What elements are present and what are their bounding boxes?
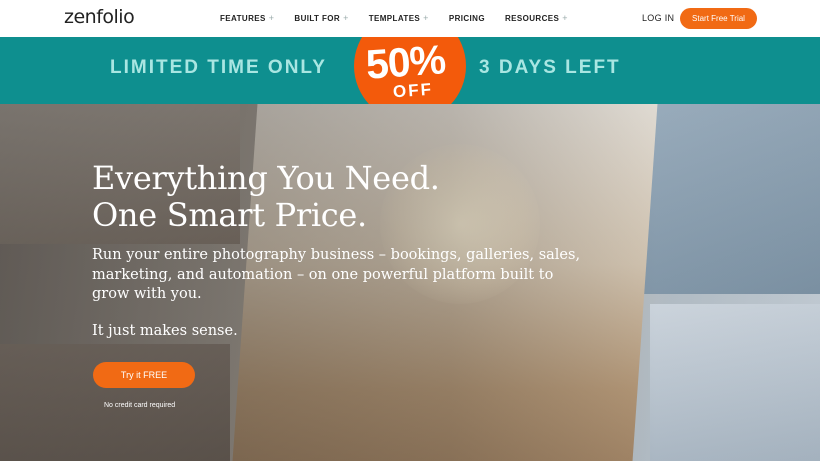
hero-headline-line: Everything You Need. [92,159,440,197]
hero-headline: Everything You Need. One Smart Price. [92,160,440,234]
promo-limited-time-text: LIMITED TIME ONLY [110,57,327,78]
hero-subtext: Run your entire photography business – b… [92,247,581,302]
hero-section: Everything You Need. One Smart Price. Ru… [0,104,820,461]
hero-tagline: It just makes sense. [92,323,238,339]
nav-links: FEATURES + BUILT FOR + TEMPLATES + PRICI… [220,13,588,23]
nav-item-resources[interactable]: RESOURCES + [505,13,568,23]
no-credit-card-note: No credit card required [104,402,176,409]
promo-banner[interactable]: LIMITED TIME ONLY 50% OFF 3 DAYS LEFT [0,37,820,104]
nav-item-features[interactable]: FEATURES + [220,13,274,23]
nav-item-label: PRICING [448,13,485,23]
promo-days-left-text: 3 DAYS LEFT [479,57,621,78]
nav-item-pricing[interactable]: PRICING [449,13,485,23]
promo-off-label: OFF [392,79,434,102]
nav-item-label: FEATURES [220,13,266,23]
nav-item-label: BUILT FOR [294,13,341,23]
hero-headline-line: One Smart Price. [92,196,367,234]
top-nav: zenfolio FEATURES + BUILT FOR + TEMPLATE… [0,0,820,37]
login-link[interactable]: LOG IN [642,13,674,23]
start-free-trial-button[interactable]: Start Free Trial [680,8,757,29]
zenfolio-logo[interactable]: zenfolio [64,6,135,30]
nav-item-label: TEMPLATES [368,13,421,23]
plus-icon: + [423,13,429,23]
try-it-free-button[interactable]: Try it FREE [93,362,195,388]
plus-icon: + [562,13,568,23]
nav-item-built-for[interactable]: BUILT FOR + [294,13,348,23]
nav-item-templates[interactable]: TEMPLATES + [369,13,429,23]
plus-icon: + [268,13,275,23]
nav-item-label: RESOURCES [504,13,560,23]
plus-icon: + [343,13,349,23]
